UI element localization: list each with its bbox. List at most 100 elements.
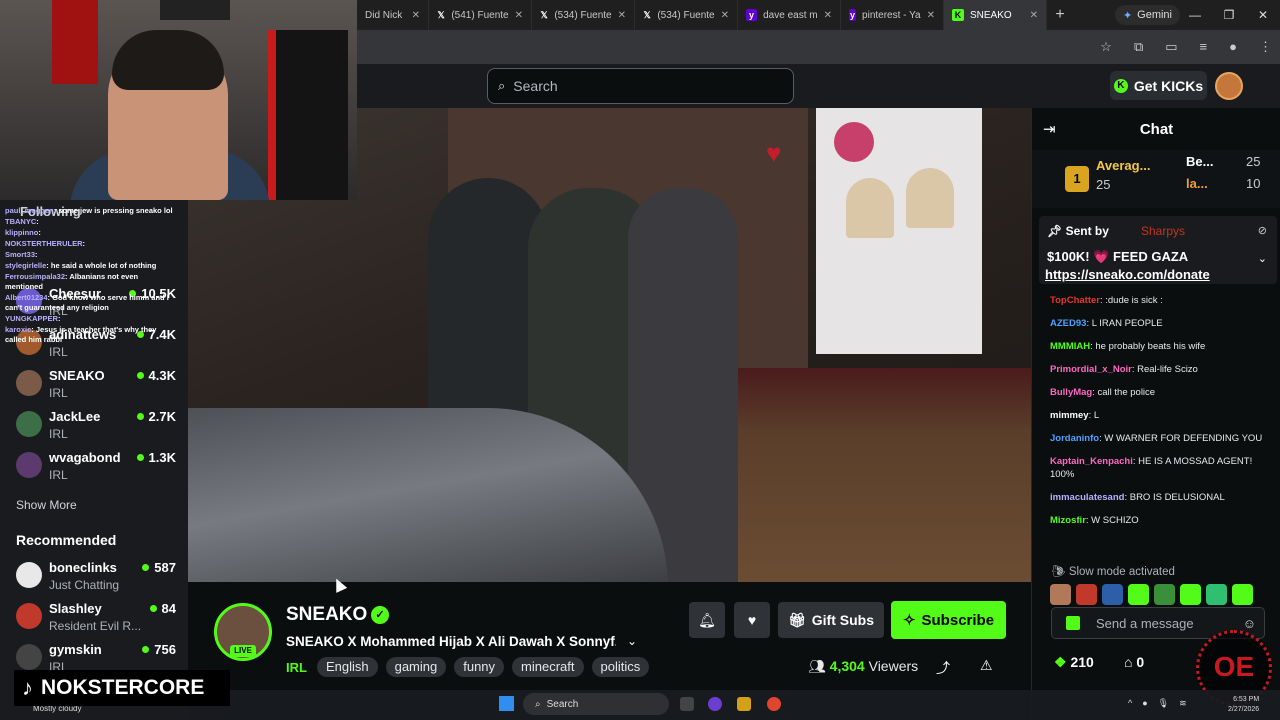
chevron-down-icon[interactable]: ⌄ bbox=[627, 634, 637, 648]
browser-tab[interactable]: 𝕏 (534) Fuente ✕ bbox=[635, 0, 738, 30]
channel-name: wvagabond bbox=[49, 450, 121, 465]
restore-icon[interactable]: ❐ bbox=[1212, 0, 1246, 30]
close-icon[interactable]: ✕ bbox=[715, 10, 729, 21]
emote-icon[interactable] bbox=[1180, 584, 1201, 605]
emote-icon[interactable] bbox=[1232, 584, 1253, 605]
close-window-icon[interactable]: ✕ bbox=[1246, 0, 1280, 30]
chat-message: Kaptain_Kenpachi: HE IS A MOSSAD AGENT! … bbox=[1050, 456, 1253, 480]
browser-tab[interactable]: 𝕏 (541) Fuente ✕ bbox=[429, 0, 532, 30]
emote-icon[interactable] bbox=[1206, 584, 1227, 605]
search-input[interactable]: ⌕ Search bbox=[487, 68, 794, 104]
app-icon[interactable] bbox=[737, 697, 751, 711]
user-avatar[interactable] bbox=[1215, 72, 1243, 100]
pinned-message[interactable]: 📌︎ Sent by Sharpys ⊘ $100K! 💗 FEED GAZA … bbox=[1039, 216, 1277, 284]
chat-username[interactable]: AZED93 bbox=[1050, 318, 1086, 329]
chat-username[interactable]: MMMIAH bbox=[1050, 341, 1090, 352]
pinned-sender[interactable]: Sharpys bbox=[1141, 224, 1185, 238]
media-icon[interactable]: ≡ bbox=[1200, 39, 1208, 55]
extensions-icon[interactable]: ⧉ bbox=[1134, 39, 1143, 55]
search-icon: ⌕ bbox=[535, 698, 541, 710]
tab-label: (534) Fuente bbox=[657, 9, 715, 21]
overlay-chat-text: he said a whole lot of nothing bbox=[50, 261, 157, 270]
tag-chip[interactable]: funny bbox=[454, 657, 505, 677]
new-tab-button[interactable]: + bbox=[1047, 6, 1073, 24]
taskbar-search[interactable]: ⌕ Search bbox=[523, 693, 669, 715]
emote-icon[interactable] bbox=[1076, 584, 1097, 605]
browser-tab[interactable]: Did Nick ✕ bbox=[357, 0, 429, 30]
sidebar-recommended-channel[interactable]: boneclinks Just Chatting 587 bbox=[16, 558, 176, 598]
task-view-icon[interactable] bbox=[680, 697, 694, 711]
tag-chip[interactable]: politics bbox=[591, 657, 650, 677]
menu-icon[interactable]: ⋮ bbox=[1259, 39, 1272, 55]
chat-username[interactable]: Jordaninfo bbox=[1050, 433, 1099, 444]
overlay-chat-user: klippinno bbox=[5, 228, 39, 237]
wifi-icon[interactable]: ≋ bbox=[1179, 698, 1187, 709]
overlay-chat-user: Albert01234 bbox=[5, 293, 48, 302]
chat-username[interactable]: Kaptain_Kenpachi bbox=[1050, 456, 1133, 467]
close-icon[interactable]: ✕ bbox=[509, 10, 523, 21]
chat-username[interactable]: immaculatesand bbox=[1050, 492, 1124, 503]
subscribe-button[interactable]: ✧ Subscribe bbox=[891, 601, 1006, 639]
chat-username[interactable]: TopChatter bbox=[1050, 295, 1100, 306]
emoji-icon[interactable]: ☺ bbox=[1243, 616, 1256, 631]
chevron-up-icon[interactable]: ^ bbox=[1128, 698, 1132, 709]
close-icon[interactable]: ✕ bbox=[612, 10, 626, 21]
gift-subs-button[interactable]: 🎁︎ Gift Subs bbox=[778, 602, 884, 638]
chat-username[interactable]: Primordial_x_Noir bbox=[1050, 364, 1132, 375]
close-icon[interactable]: ✕ bbox=[406, 10, 420, 21]
emote-icon[interactable] bbox=[1102, 584, 1123, 605]
tag-chip[interactable]: English bbox=[316, 657, 378, 677]
emote-icon[interactable] bbox=[1128, 584, 1149, 605]
sidebar-channel[interactable]: wvagabond IRL 1.3K bbox=[16, 448, 176, 488]
show-more-button[interactable]: Show More bbox=[16, 498, 77, 512]
channel-name: gymskin bbox=[49, 642, 102, 657]
browser-tab[interactable]: y dave east m ✕ bbox=[738, 0, 841, 30]
close-icon[interactable]: ✕ bbox=[921, 10, 935, 21]
gift-icon[interactable] bbox=[1066, 616, 1080, 630]
browser-tab-active[interactable]: K SNEAKO ✕ bbox=[944, 0, 1047, 30]
tray-app-icon[interactable]: ● bbox=[1142, 698, 1147, 709]
unpin-icon[interactable]: ⊘ bbox=[1258, 224, 1267, 237]
chevron-down-icon[interactable]: ⌄ bbox=[1258, 252, 1267, 265]
chrome-icon[interactable] bbox=[767, 697, 781, 711]
tiktok-watermark: ♪ NOKSTERCORE bbox=[14, 670, 230, 706]
browser-tab[interactable]: y pinterest - Ya ✕ bbox=[841, 0, 944, 30]
notification-bell-button[interactable]: 🔔︎ bbox=[689, 602, 725, 638]
close-icon[interactable]: ✕ bbox=[1024, 10, 1038, 21]
gemini-button[interactable]: ✦ Gemini bbox=[1114, 5, 1180, 25]
store-count[interactable]: ⌂ 0 bbox=[1124, 654, 1144, 670]
sidebar-recommended-channel[interactable]: Slashley Resident Evil R... 84 bbox=[16, 599, 176, 639]
share-icon[interactable]: ⤴ bbox=[936, 658, 950, 678]
taskbar-clock[interactable]: 6:53 PM 2/27/2026 bbox=[1228, 695, 1259, 715]
viewer-count-value: 84 bbox=[161, 601, 176, 616]
get-kicks-button[interactable]: K Get KICKs bbox=[1110, 71, 1207, 100]
tab-label: Did Nick bbox=[365, 9, 403, 21]
browser-tab[interactable]: 𝕏 (534) Fuente ✕ bbox=[532, 0, 635, 30]
app-icon[interactable] bbox=[708, 697, 722, 711]
cast-icon[interactable]: ▭ bbox=[1165, 39, 1177, 55]
emote-icon[interactable] bbox=[1154, 584, 1175, 605]
overlay-chat-user: karoxic bbox=[5, 325, 32, 334]
chat-message: AZED93: L IRAN PEOPLE bbox=[1050, 318, 1163, 329]
chat-message: TopChatter: :dude is sick : bbox=[1050, 295, 1163, 306]
kicks-balance[interactable]: ❖ 210 bbox=[1054, 654, 1094, 671]
chat-username[interactable]: BullyMag bbox=[1050, 387, 1092, 398]
pinned-link[interactable]: https://sneako.com/donate bbox=[1045, 267, 1210, 282]
profile-icon[interactable]: ● bbox=[1229, 39, 1237, 55]
follow-button[interactable]: ♥ bbox=[734, 602, 770, 638]
bookmark-star-icon[interactable]: ☆ bbox=[1100, 39, 1112, 55]
minimize-icon[interactable]: — bbox=[1178, 0, 1212, 30]
tag-chip[interactable]: minecraft bbox=[512, 657, 584, 677]
chat-username[interactable]: mimmey bbox=[1050, 410, 1089, 421]
emote-icon[interactable] bbox=[1050, 584, 1071, 605]
chat-username[interactable]: Mizosfir bbox=[1050, 515, 1086, 526]
close-icon[interactable]: ✕ bbox=[818, 10, 832, 21]
windows-start-icon[interactable] bbox=[499, 696, 514, 711]
chat-panel: ⇥ Chat 1 Averag... 25 Be... 25 la... 10 … bbox=[1031, 108, 1280, 720]
snail-icon: 🐌︎ bbox=[1051, 566, 1066, 578]
category-link[interactable]: IRL bbox=[286, 660, 307, 675]
channel-name-title[interactable]: SNEAKO bbox=[286, 604, 367, 626]
report-icon[interactable]: ⚠ bbox=[980, 657, 993, 674]
tag-chip[interactable]: gaming bbox=[385, 657, 447, 677]
microphone-icon[interactable]: 🎙︎ bbox=[1158, 698, 1169, 709]
